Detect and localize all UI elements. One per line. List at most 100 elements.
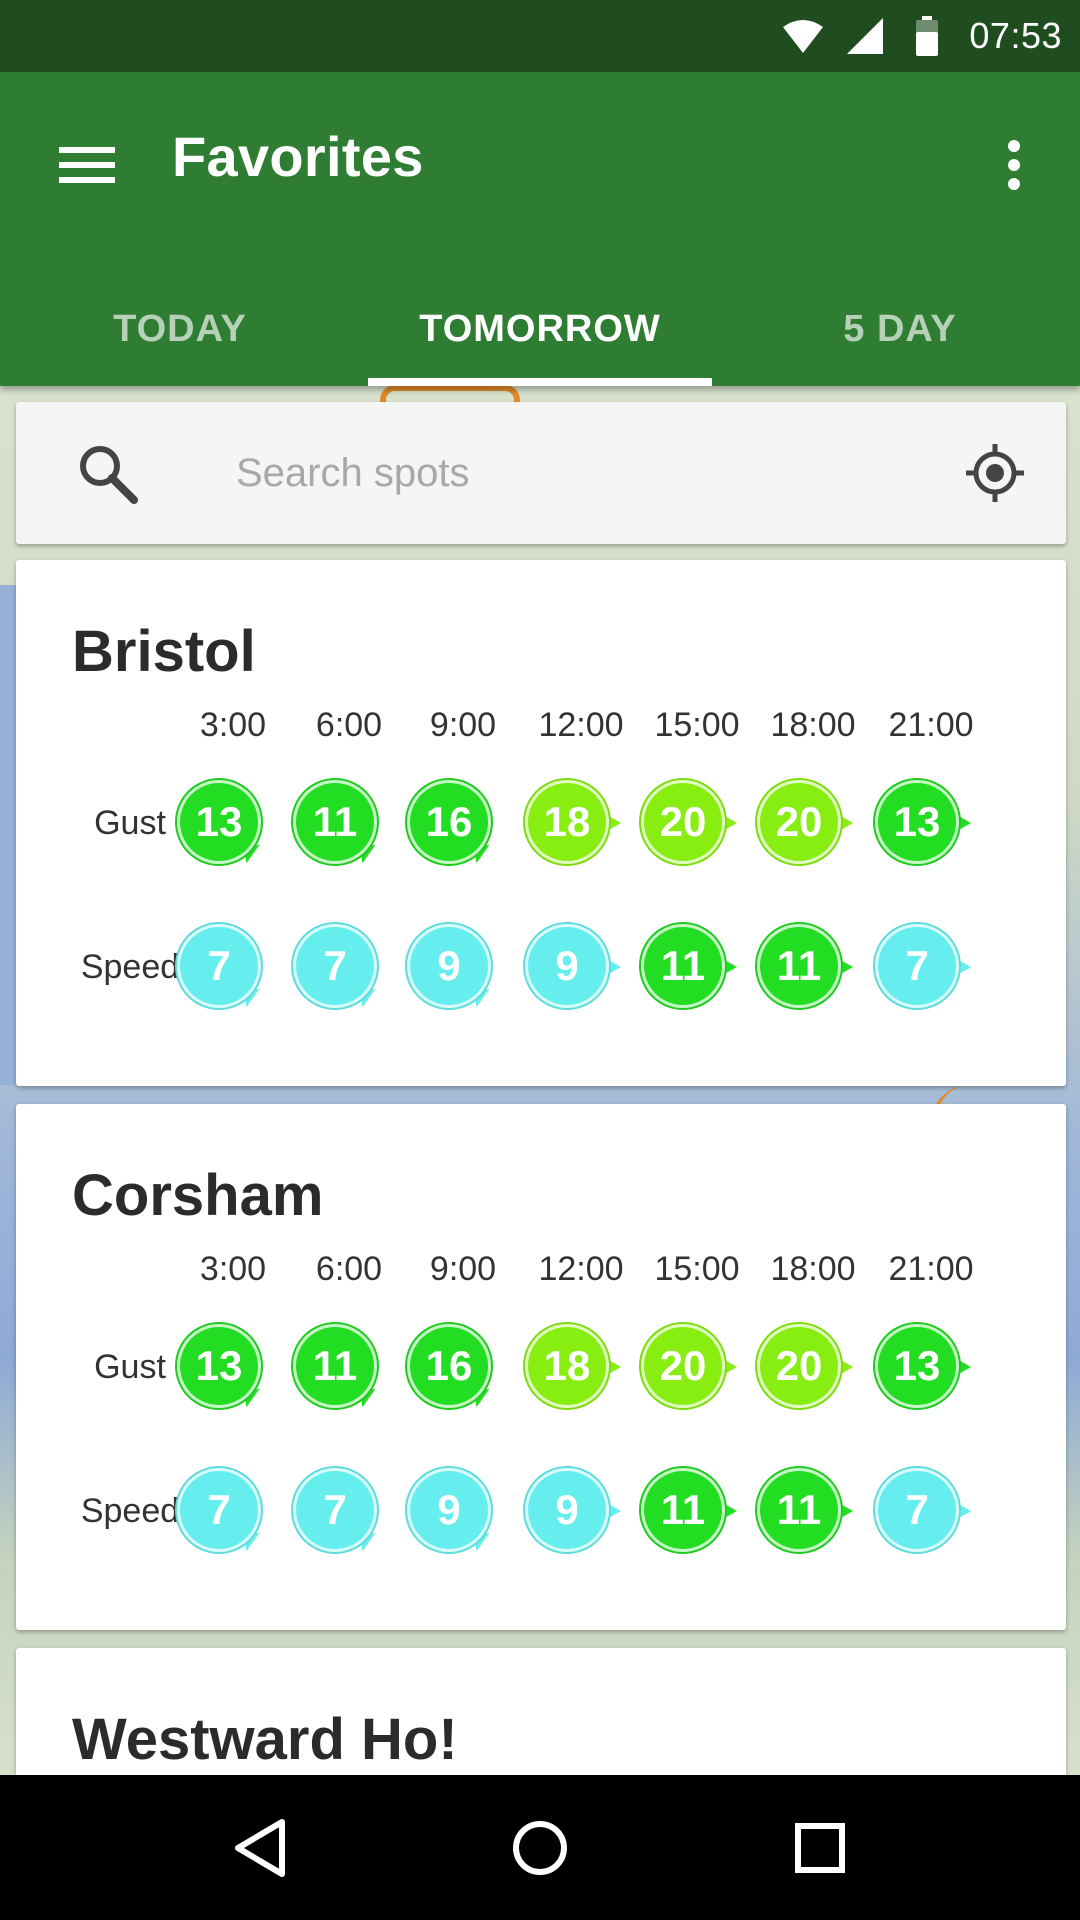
time-label: 18:00 (770, 1250, 856, 1288)
gust-bubble: 16 (405, 1322, 493, 1410)
time-label: 12:00 (538, 1250, 624, 1288)
gust-value: 20 (639, 1322, 727, 1410)
time-label: 12:00 (538, 706, 624, 744)
time-label: 15:00 (654, 706, 740, 744)
gust-value: 16 (405, 1322, 493, 1410)
cell-signal-icon (845, 16, 885, 56)
gust-value: 13 (175, 1322, 263, 1410)
time-label: 6:00 (315, 706, 383, 744)
overflow-menu-button[interactable] (984, 118, 1044, 212)
speed-value: 11 (755, 1466, 843, 1554)
back-button[interactable] (200, 1788, 320, 1908)
gust-bubble: 13 (873, 778, 971, 866)
gust-bubble: 11 (291, 1322, 379, 1410)
gust-bubble: 11 (291, 778, 379, 866)
speed-bubble: 7 (291, 1466, 379, 1554)
speed-bubble: 7 (175, 1466, 263, 1554)
tab-5-day[interactable]: 5 DAY (720, 272, 1080, 386)
gust-bubble: 20 (755, 778, 853, 866)
recents-button[interactable] (760, 1788, 880, 1908)
gust-bubble: 13 (873, 1322, 971, 1410)
speed-value: 7 (873, 922, 961, 1010)
gust-value: 20 (755, 1322, 843, 1410)
search-icon (80, 446, 138, 504)
battery-icon (907, 16, 947, 56)
speed-value: 9 (405, 1466, 493, 1554)
time-label: 3:00 (199, 1250, 267, 1288)
gust-bubble: 18 (523, 1322, 621, 1410)
spot-name: Westward Ho! (72, 1707, 458, 1772)
clock: 07:53 (969, 15, 1062, 56)
time-label: 21:00 (888, 1250, 974, 1288)
wifi-icon (783, 16, 824, 56)
time-label: 15:00 (654, 1250, 740, 1288)
app-bar: Favorites TODAY TOMORROW 5 DAY (0, 72, 1080, 386)
speed-bubble: 7 (873, 922, 971, 1010)
speed-bubble: 7 (291, 922, 379, 1010)
speed-bubble: 9 (405, 922, 493, 1010)
gust-bubble: 20 (639, 778, 737, 866)
speed-bubble: 9 (523, 922, 621, 1010)
gust-bubble: 20 (755, 1322, 853, 1410)
system-nav-bar (0, 1775, 1080, 1920)
page-title: Favorites (172, 125, 424, 188)
gust-value: 13 (873, 778, 961, 866)
gust-value: 20 (755, 778, 843, 866)
speed-bubble: 11 (639, 1466, 737, 1554)
time-label: 9:00 (429, 706, 497, 744)
my-location-button[interactable] (964, 442, 1026, 504)
more-vert-icon (1008, 140, 1020, 190)
spot-name: Corsham (72, 1163, 324, 1228)
speed-value: 11 (639, 1466, 727, 1554)
home-circle-icon (513, 1820, 567, 1875)
recents-square-icon (795, 1822, 845, 1873)
speed-value: 7 (175, 922, 263, 1010)
speed-value: 7 (291, 922, 379, 1010)
speed-value: 9 (405, 922, 493, 1010)
gust-bubble: 18 (523, 778, 621, 866)
speed-value: 9 (523, 1466, 611, 1554)
time-label: 6:00 (315, 1250, 383, 1288)
tab-tomorrow[interactable]: TOMORROW (360, 272, 720, 386)
gust-value: 13 (175, 778, 263, 866)
search-input[interactable] (216, 432, 936, 514)
back-triangle-icon (235, 1818, 285, 1877)
status-bar: 07:53 (0, 0, 1080, 72)
gust-bubble: 16 (405, 778, 493, 866)
home-button[interactable] (480, 1788, 600, 1908)
speed-bubble: 7 (175, 922, 263, 1010)
gust-value: 18 (523, 1322, 611, 1410)
hamburger-icon (59, 147, 115, 183)
gust-value: 13 (873, 1322, 961, 1410)
gust-value: 18 (523, 778, 611, 866)
speed-bubble: 11 (755, 922, 853, 1010)
gust-value: 11 (291, 778, 379, 866)
speed-bubble: 11 (755, 1466, 853, 1554)
search-bar (16, 402, 1066, 544)
tab-today[interactable]: TODAY (0, 272, 360, 386)
gust-bubble: 13 (175, 1322, 263, 1410)
spot-name: Bristol (72, 619, 256, 684)
speed-bubble: 7 (873, 1466, 971, 1554)
gust-value: 11 (291, 1322, 379, 1410)
speed-value: 9 (523, 922, 611, 1010)
gust-bubble: 20 (639, 1322, 737, 1410)
tab-bar: TODAY TOMORROW 5 DAY (0, 272, 1080, 386)
speed-bubble: 11 (639, 922, 737, 1010)
gust-value: 16 (405, 778, 493, 866)
time-label: 21:00 (888, 706, 974, 744)
spot-card-bristol[interactable]: Bristol 3:00 6:00 9:00 12:00 15:00 18:00 21:00… (16, 560, 1066, 1086)
gust-value: 20 (639, 778, 727, 866)
speed-value: 11 (639, 922, 727, 1010)
speed-value: 7 (291, 1466, 379, 1554)
menu-button[interactable] (40, 118, 134, 212)
time-label: 18:00 (770, 706, 856, 744)
time-label: 3:00 (199, 706, 267, 744)
time-label: 9:00 (429, 1250, 497, 1288)
time-header: 3:00 6:00 9:00 12:00 15:00 18:00 21:00 (200, 706, 1004, 756)
spot-card-corsham[interactable]: Corsham 3:00 6:00 9:00 12:00 15:00 18:00 21:00… (16, 1104, 1066, 1630)
speed-value: 11 (755, 922, 843, 1010)
gps-locate-icon (966, 444, 1024, 502)
speed-value: 7 (175, 1466, 263, 1554)
speed-bubble: 9 (405, 1466, 493, 1554)
